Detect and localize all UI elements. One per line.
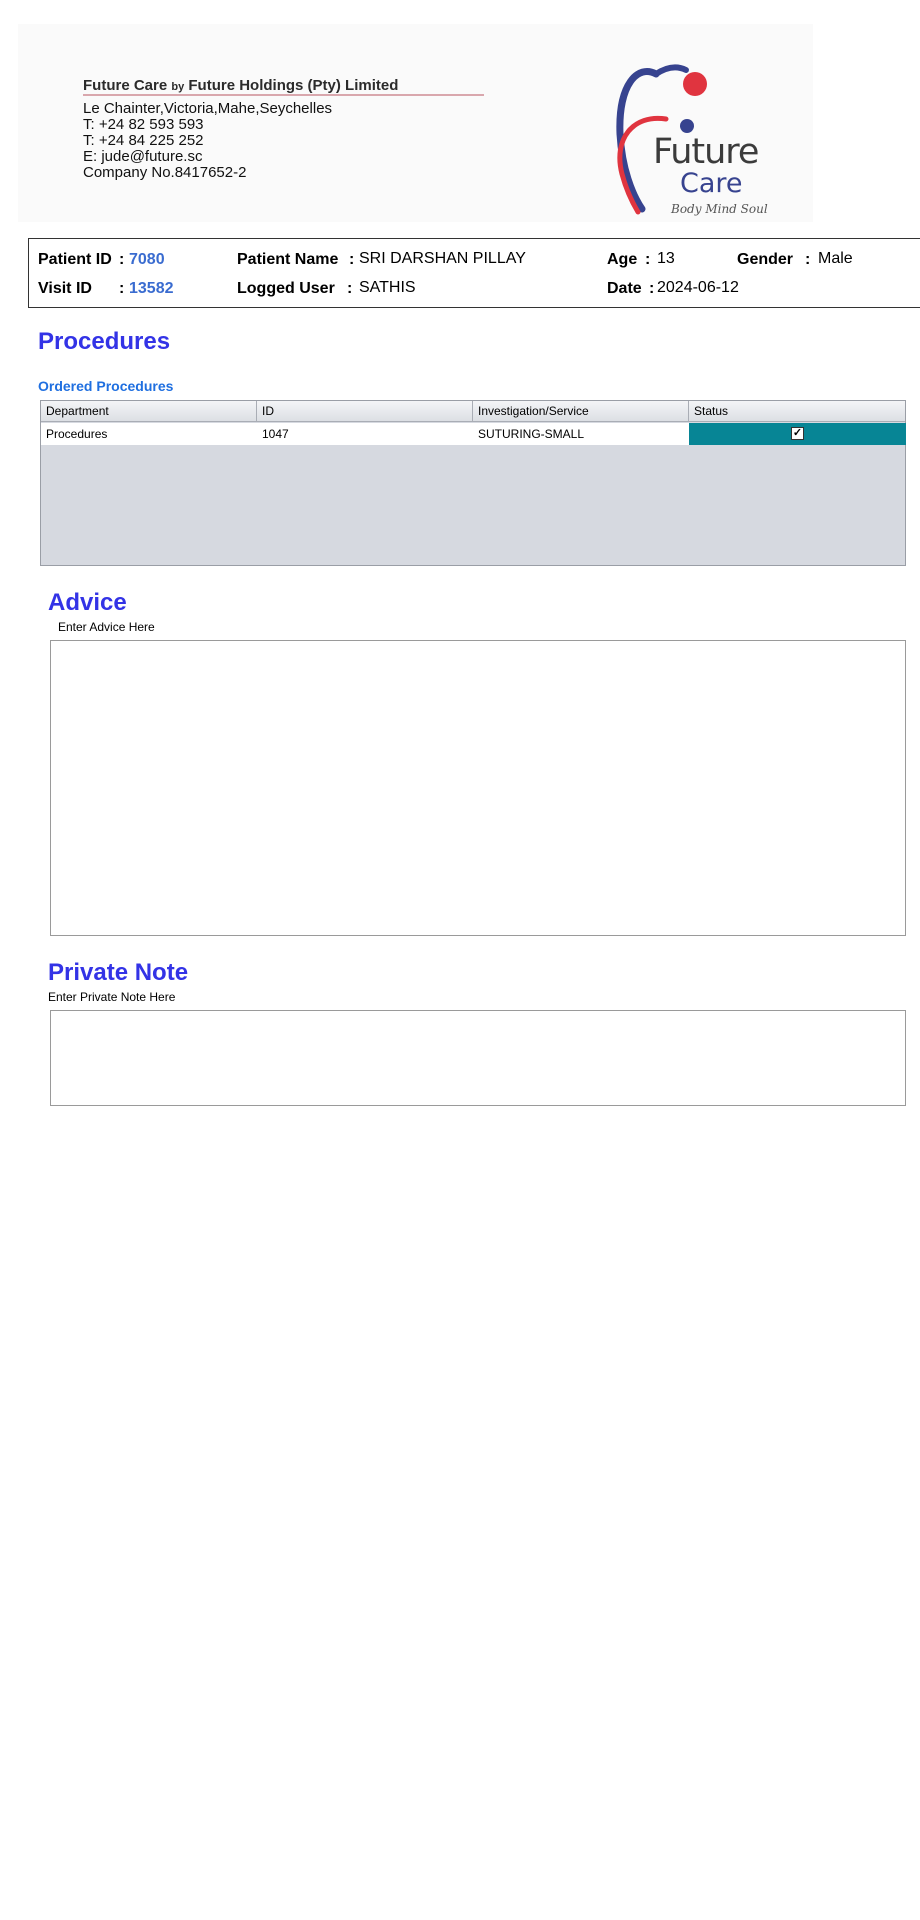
advice-textarea[interactable] <box>50 640 906 936</box>
patient-info-box: Patient ID : 7080 Visit ID : 13582 Patie… <box>28 238 920 308</box>
ordered-procedures-subtitle: Ordered Procedures <box>38 378 174 394</box>
advice-title: Advice <box>48 589 127 616</box>
patient-id-label: Patient ID <box>38 251 112 268</box>
procedures-title: Procedures <box>38 328 171 355</box>
visit-id-value: 13582 <box>129 280 174 297</box>
company-email: E: jude@future.sc <box>83 148 203 165</box>
gender-value: Male <box>818 250 853 267</box>
company-name: Future Care by Future Holdings (Pty) Lim… <box>83 77 398 94</box>
cell-status: ✓ <box>689 423 906 445</box>
cell-department: Procedures <box>46 427 108 441</box>
gender-label: Gender <box>737 251 794 268</box>
logo-word-future: Future <box>653 132 759 172</box>
table-row[interactable]: Procedures 1047 SUTURING-SMALL ✓ <box>41 423 906 445</box>
company-phone-2: T: +24 84 225 252 <box>83 132 204 149</box>
logged-user-value: SATHIS <box>359 279 416 296</box>
company-holder: Future Holdings (Pty) Limited <box>188 77 399 94</box>
date-label: Date <box>607 280 642 297</box>
visit-id-label: Visit ID <box>38 280 92 297</box>
company-phone-1: T: +24 82 593 593 <box>83 116 204 133</box>
cell-id: 1047 <box>262 427 289 441</box>
patient-name-label: Patient Name <box>237 251 339 268</box>
logo-tagline: Body Mind Soul <box>671 202 768 216</box>
column-header-service[interactable]: Investigation/Service <box>473 401 689 422</box>
age-label: Age <box>607 251 638 268</box>
logged-user-separator: : <box>347 280 353 297</box>
status-checkbox[interactable]: ✓ <box>791 427 804 440</box>
company-by: by <box>171 81 185 93</box>
advice-label: Enter Advice Here <box>58 620 155 634</box>
company-number: Company No.8417652-2 <box>83 164 247 181</box>
private-note-label: Enter Private Note Here <box>48 990 176 1004</box>
company-address: Le Chainter,Victoria,Mahe,Seychelles <box>83 100 333 117</box>
date-separator: : <box>649 280 655 297</box>
procedures-grid: Department ID Investigation/Service Stat… <box>40 400 906 566</box>
grid-header: Department ID Investigation/Service Stat… <box>41 401 905 422</box>
patient-name-separator: : <box>349 251 355 268</box>
company-divider <box>83 94 484 96</box>
column-header-id[interactable]: ID <box>257 401 473 422</box>
cell-service: SUTURING-SMALL <box>478 427 585 441</box>
private-note-title: Private Note <box>48 959 189 986</box>
private-note-textarea[interactable] <box>50 1010 906 1106</box>
visit-id-separator: : <box>119 280 125 297</box>
patient-id-value: 7080 <box>129 251 165 268</box>
letterhead: Future Care by Future Holdings (Pty) Lim… <box>18 24 813 222</box>
gender-separator: : <box>805 251 811 268</box>
patient-id-separator: : <box>119 251 125 268</box>
age-separator: : <box>645 251 651 268</box>
date-value: 2024-06-12 <box>657 279 739 296</box>
future-care-logo: Future Care Body Mind Soul <box>598 44 778 219</box>
age-value: 13 <box>657 250 675 267</box>
patient-name-value: SRI DARSHAN PILLAY <box>359 250 526 267</box>
logged-user-label: Logged User <box>237 280 335 297</box>
logo-word-care: Care <box>680 168 743 199</box>
column-header-status[interactable]: Status <box>689 401 907 422</box>
column-header-department[interactable]: Department <box>41 401 257 422</box>
company-brand: Future Care <box>83 77 168 94</box>
